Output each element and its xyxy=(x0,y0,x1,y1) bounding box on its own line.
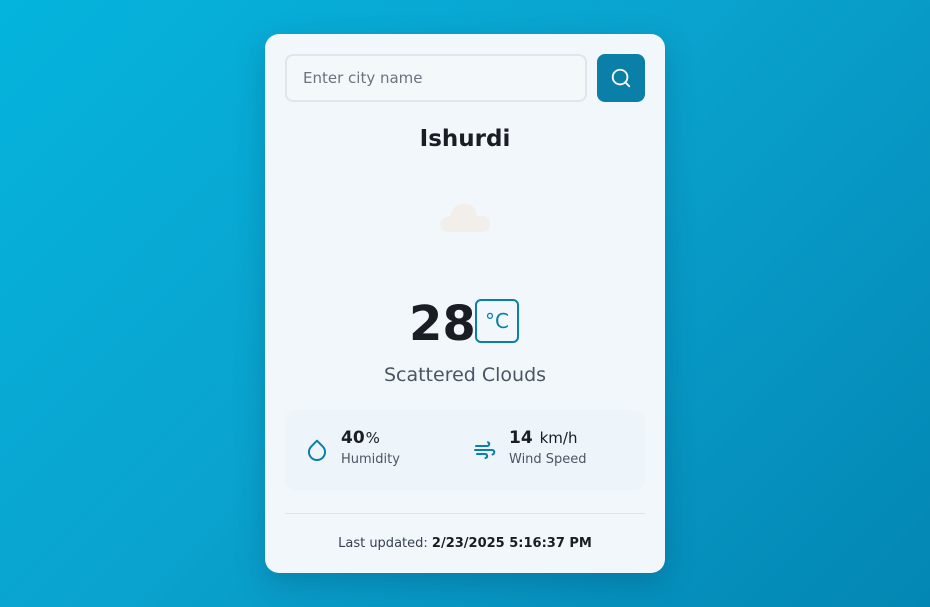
humidity-unit: % xyxy=(365,429,380,447)
search-bar xyxy=(285,54,645,102)
cloud-icon xyxy=(440,203,491,232)
wind-value: 14 xyxy=(509,428,533,448)
divider xyxy=(285,513,645,514)
city-name: Ishurdi xyxy=(419,126,511,152)
last-updated: Last updated: 2/23/2025 5:16:37 PM xyxy=(265,536,665,551)
droplet-icon xyxy=(307,439,327,462)
wind-unit: km/h xyxy=(539,429,578,447)
temperature-value: 28 xyxy=(409,296,476,352)
search-button[interactable] xyxy=(597,54,645,102)
last-updated-label: Last updated: xyxy=(338,536,428,551)
humidity-value-line: 40% xyxy=(341,428,380,448)
wind-icon xyxy=(474,441,496,459)
temperature-display: 28 °C xyxy=(265,296,665,352)
weather-stats: 40% Humidity 14 km/h Wind Speed xyxy=(285,410,645,490)
last-updated-timestamp: 2/23/2025 5:16:37 PM xyxy=(431,536,592,551)
search-icon xyxy=(611,68,631,88)
unit-toggle-button[interactable]: °C xyxy=(475,299,519,343)
wind-label: Wind Speed xyxy=(509,452,587,467)
humidity-label: Humidity xyxy=(341,452,400,467)
humidity-value: 40 xyxy=(341,428,365,448)
weather-description: Scattered Clouds xyxy=(383,364,547,386)
search-input[interactable] xyxy=(285,54,587,102)
wind-value-line: 14 km/h xyxy=(509,428,577,448)
weather-card: Ishurdi 28 °C Scattered Clouds 40% Humid… xyxy=(265,34,665,573)
